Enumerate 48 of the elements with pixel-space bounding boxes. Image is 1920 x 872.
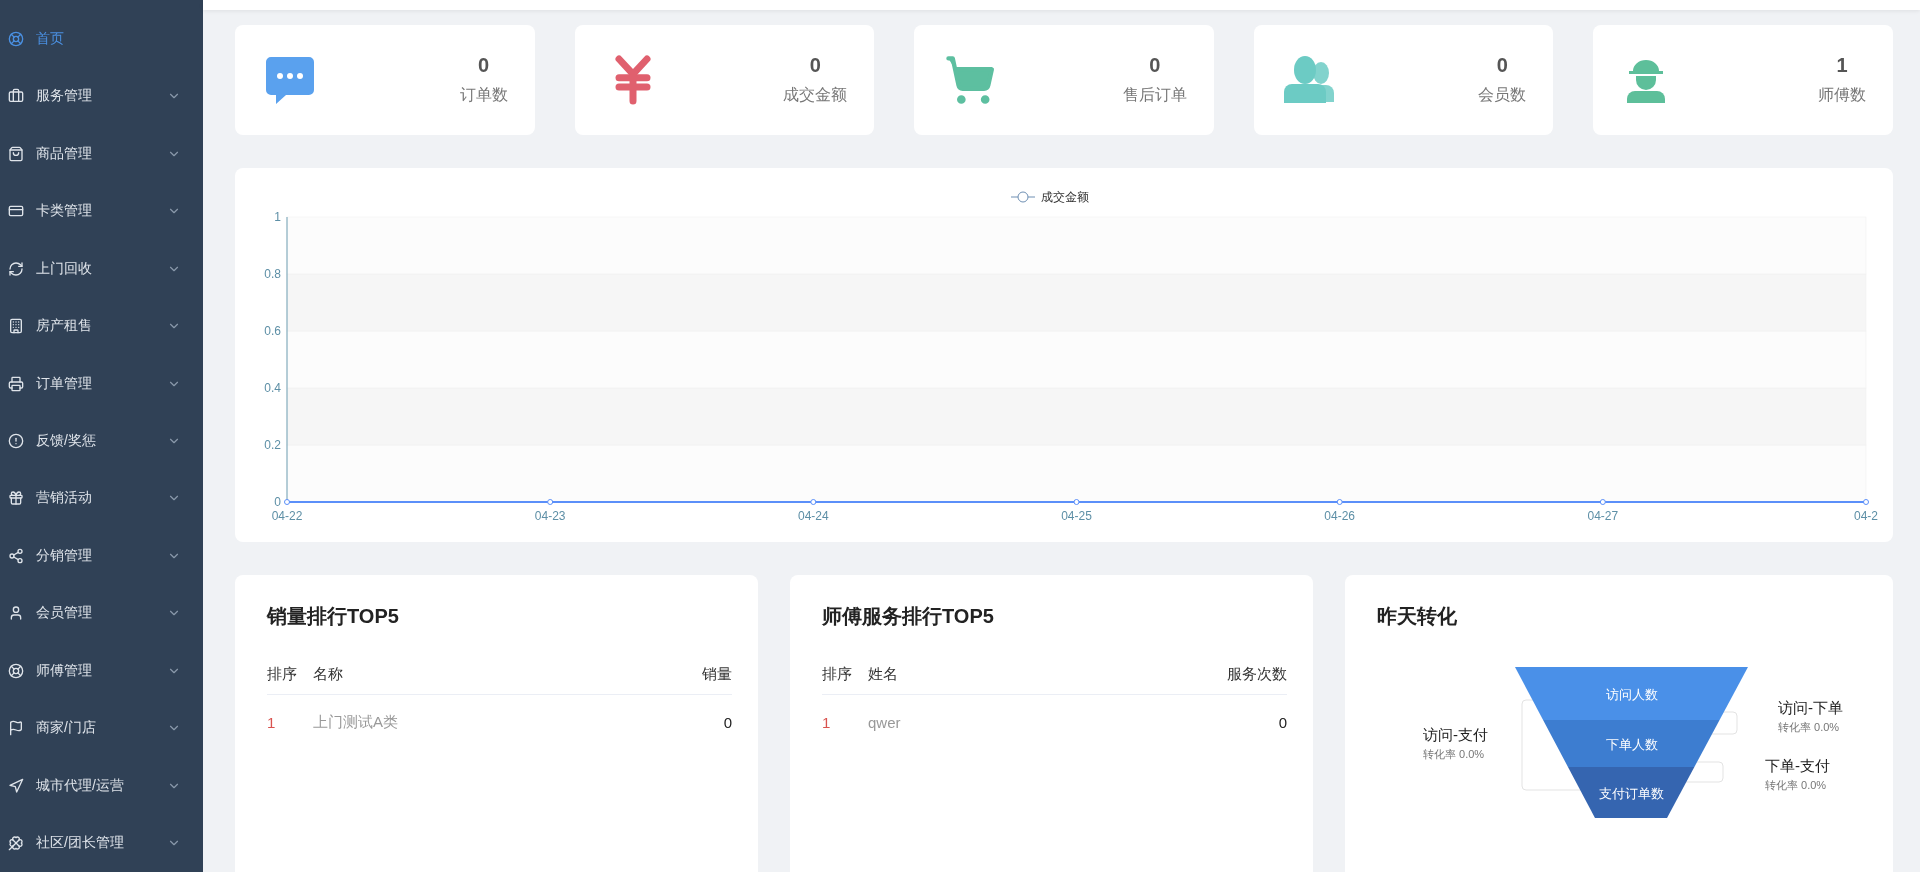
table-cell-text: 1: [267, 713, 277, 731]
card-title: 昨天转化: [1377, 604, 1458, 629]
x-tick-label: 04-22: [271, 509, 303, 523]
conversion-title: 下单-支付: [1765, 757, 1830, 774]
stat-value: 0: [1496, 54, 1508, 77]
table-cell-text: 上门测试A类: [313, 712, 399, 732]
stat-label: 订单数: [459, 85, 508, 105]
conversion-rate: 转化率 0.0%: [1423, 748, 1485, 760]
card-title: 销量排行TOP5: [267, 604, 400, 629]
table-cell-text: 1: [822, 713, 832, 731]
column-header: 名称: [313, 664, 344, 684]
stat-label: 售后订单: [1122, 85, 1187, 105]
y-tick-label: 1: [274, 210, 281, 224]
stat-value: 0: [809, 54, 821, 77]
x-tick-label: 04-25: [1061, 509, 1092, 523]
x-tick-label: 04-26: [1324, 509, 1355, 523]
column-header: 姓名: [868, 664, 899, 684]
y-tick-label: 0.4: [264, 381, 281, 395]
column-header: 销量: [702, 664, 732, 684]
card-title: 师傅服务排行TOP5: [822, 604, 995, 629]
y-tick-label: 0.8: [264, 267, 281, 281]
conversion-title: 访问-支付: [1423, 726, 1488, 743]
stat-label: 会员数: [1478, 85, 1527, 105]
table-cell: 0: [1278, 713, 1287, 731]
column-header: 服务次数: [1227, 664, 1287, 684]
x-tick-label: 04-24: [798, 509, 829, 523]
legend-label: 成交金额: [1041, 190, 1089, 204]
stat-label: 师傅数: [1817, 85, 1866, 105]
stat-value: 0: [1149, 54, 1161, 77]
column-header: 排序: [822, 664, 853, 684]
stat-value: 0: [478, 54, 490, 77]
y-tick-label: 0: [274, 495, 281, 509]
table-cell-text: qwer: [868, 713, 902, 731]
x-tick-label: 04-23: [534, 509, 566, 523]
stat-value: 1: [1836, 54, 1848, 77]
y-tick-label: 0.2: [264, 438, 281, 452]
funnel-stage-label: 支付订单数: [1599, 785, 1664, 801]
column-header: 排序: [267, 664, 298, 684]
table-cell: 0: [723, 713, 732, 731]
conversion-rate: 转化率 0.0%: [1765, 779, 1827, 791]
x-tick-label: 04-2: [1854, 509, 1878, 523]
y-tick-label: 0.6: [264, 324, 281, 338]
conversion-rate: 转化率 0.0%: [1778, 721, 1840, 733]
funnel-stage-label: 下单人数: [1605, 736, 1658, 752]
stat-label: 成交金额: [783, 85, 848, 105]
conversion-title: 访问-下单: [1778, 699, 1843, 716]
x-tick-label: 04-27: [1587, 509, 1619, 523]
funnel-stage-label: 访问人数: [1605, 686, 1658, 702]
